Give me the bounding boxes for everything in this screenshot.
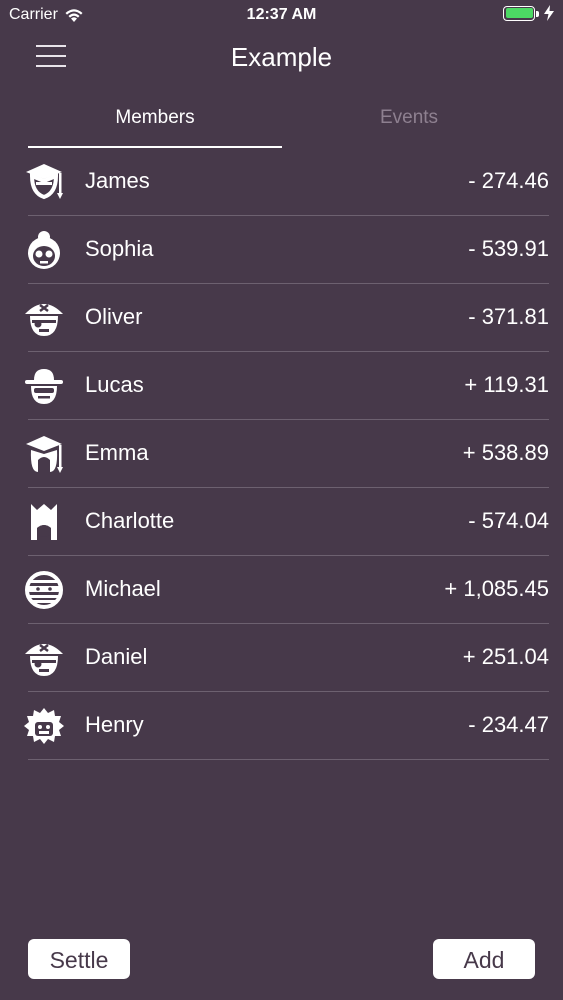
member-row[interactable]: Lucas + 119.31: [25, 352, 549, 420]
charging-bolt-icon: [544, 5, 554, 21]
settle-button[interactable]: Settle: [28, 939, 130, 979]
mummy-avatar-icon: [25, 571, 63, 609]
member-name: Emma: [85, 440, 149, 465]
member-name: Daniel: [85, 644, 148, 669]
spy-avatar-icon: [25, 369, 63, 404]
battery-tip: [536, 10, 539, 17]
member-name: Sophia: [85, 236, 154, 261]
wild-hair-avatar-icon: [24, 708, 64, 744]
member-balance: - 574.04: [468, 508, 549, 533]
member-balance: - 371.81: [468, 304, 549, 329]
pirate-avatar-icon: [25, 644, 63, 676]
member-row[interactable]: Oliver - 371.81: [25, 284, 549, 352]
pirate-avatar-icon: [25, 304, 63, 336]
member-balance: - 234.47: [468, 712, 549, 737]
member-balance: + 119.31: [464, 372, 549, 397]
battery-level: [505, 8, 533, 18]
tab-events[interactable]: Events: [282, 100, 536, 146]
member-name: James: [85, 168, 150, 193]
member-name: Henry: [85, 712, 144, 737]
member-name: Lucas: [85, 372, 144, 397]
member-row[interactable]: Henry - 234.47: [24, 692, 549, 760]
member-row[interactable]: Emma + 538.89: [26, 420, 549, 488]
member-row[interactable]: Sophia - 539.91: [28, 216, 549, 284]
graduate-girl-avatar-icon: [26, 436, 63, 473]
member-row[interactable]: Michael + 1,085.45: [25, 556, 549, 624]
status-bar: Carrier 12:37 AM: [0, 0, 563, 30]
member-name: Michael: [85, 576, 161, 601]
tab-members[interactable]: Members: [28, 100, 282, 148]
member-list: James - 274.46 Sophia - 539.91 Oliver - …: [0, 148, 563, 760]
member-row[interactable]: Daniel + 251.04: [25, 624, 549, 692]
add-button[interactable]: Add: [433, 939, 535, 979]
segment-tabs: Members Events: [28, 100, 535, 148]
graduate-avatar-icon: [26, 164, 63, 200]
status-right: [503, 5, 555, 21]
member-balance: + 251.04: [462, 644, 549, 669]
member-balance: + 538.89: [462, 440, 549, 465]
princess-avatar-icon: [31, 504, 57, 540]
status-time: 12:37 AM: [246, 6, 317, 23]
app-screen: Carrier 12:37 AM Example Members Events …: [0, 0, 563, 1000]
member-row[interactable]: James - 274.46: [26, 148, 549, 216]
member-row[interactable]: Charlotte - 574.04: [28, 488, 549, 556]
member-balance: + 1,085.45: [444, 576, 549, 601]
member-balance: - 274.46: [468, 168, 549, 193]
member-balance: - 539.91: [468, 236, 549, 261]
page-title: Example: [230, 42, 333, 72]
member-name: Oliver: [85, 304, 143, 329]
navigation-bar: Example: [0, 30, 563, 84]
member-name: Charlotte: [85, 508, 175, 533]
battery-icon: [503, 5, 539, 21]
grandma-avatar-icon: [28, 231, 60, 269]
